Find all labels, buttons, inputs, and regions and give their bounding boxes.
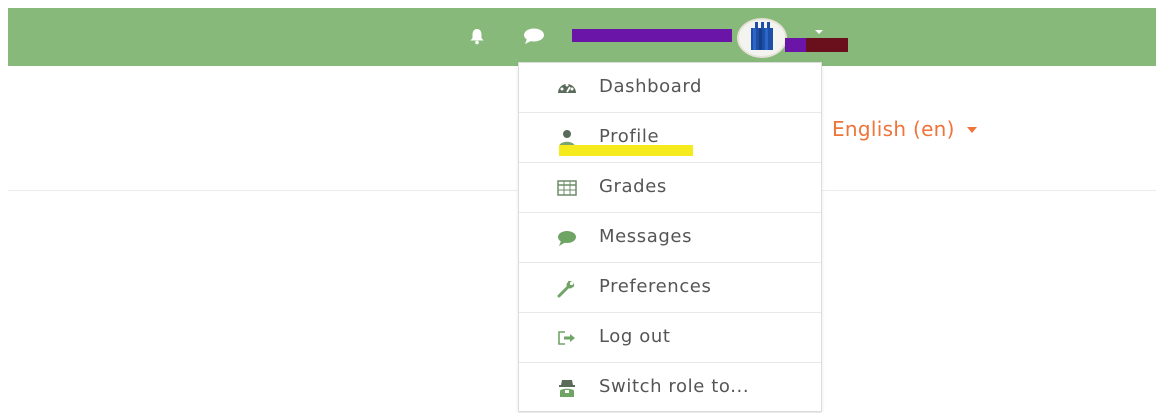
avatar[interactable] [737, 18, 787, 58]
chat-icon [558, 231, 576, 246]
menu-item-label: Messages [599, 226, 693, 247]
user-name-redacted[interactable] [572, 29, 732, 42]
menu-item-grades[interactable]: Grades [519, 163, 821, 213]
sign-out-icon [558, 331, 575, 345]
highlight-mark [559, 145, 693, 156]
bell-icon[interactable] [468, 27, 486, 45]
menu-item-label: Switch role to... [599, 376, 750, 397]
menu-item-label: Log out [599, 326, 671, 347]
menu-item-dashboard[interactable]: Dashboard [519, 63, 821, 113]
chat-icon[interactable] [522, 27, 546, 45]
redaction-mark [806, 38, 848, 52]
user-secret-icon [559, 380, 575, 397]
language-selector[interactable]: English (en) [832, 117, 977, 141]
caret-down-icon [966, 127, 977, 133]
menu-item-label: Grades [599, 176, 667, 197]
menu-item-logout[interactable]: Log out [519, 313, 821, 363]
language-label: English (en) [832, 117, 955, 141]
menu-item-messages[interactable]: Messages [519, 213, 821, 263]
menu-item-preferences[interactable]: Preferences [519, 263, 821, 313]
menu-item-label: Dashboard [599, 76, 703, 97]
menu-item-profile[interactable]: Profile [519, 113, 821, 163]
user-menu-caret-icon[interactable] [815, 30, 823, 34]
table-icon [557, 180, 577, 196]
menu-item-label: Profile [599, 126, 660, 147]
menu-item-label: Preferences [599, 276, 712, 297]
dashboard-icon [558, 83, 576, 93]
wrench-icon [557, 280, 575, 298]
user-dropdown-menu: Dashboard Profile Grades Messages Prefer… [518, 62, 822, 413]
avatar-image [739, 20, 785, 56]
